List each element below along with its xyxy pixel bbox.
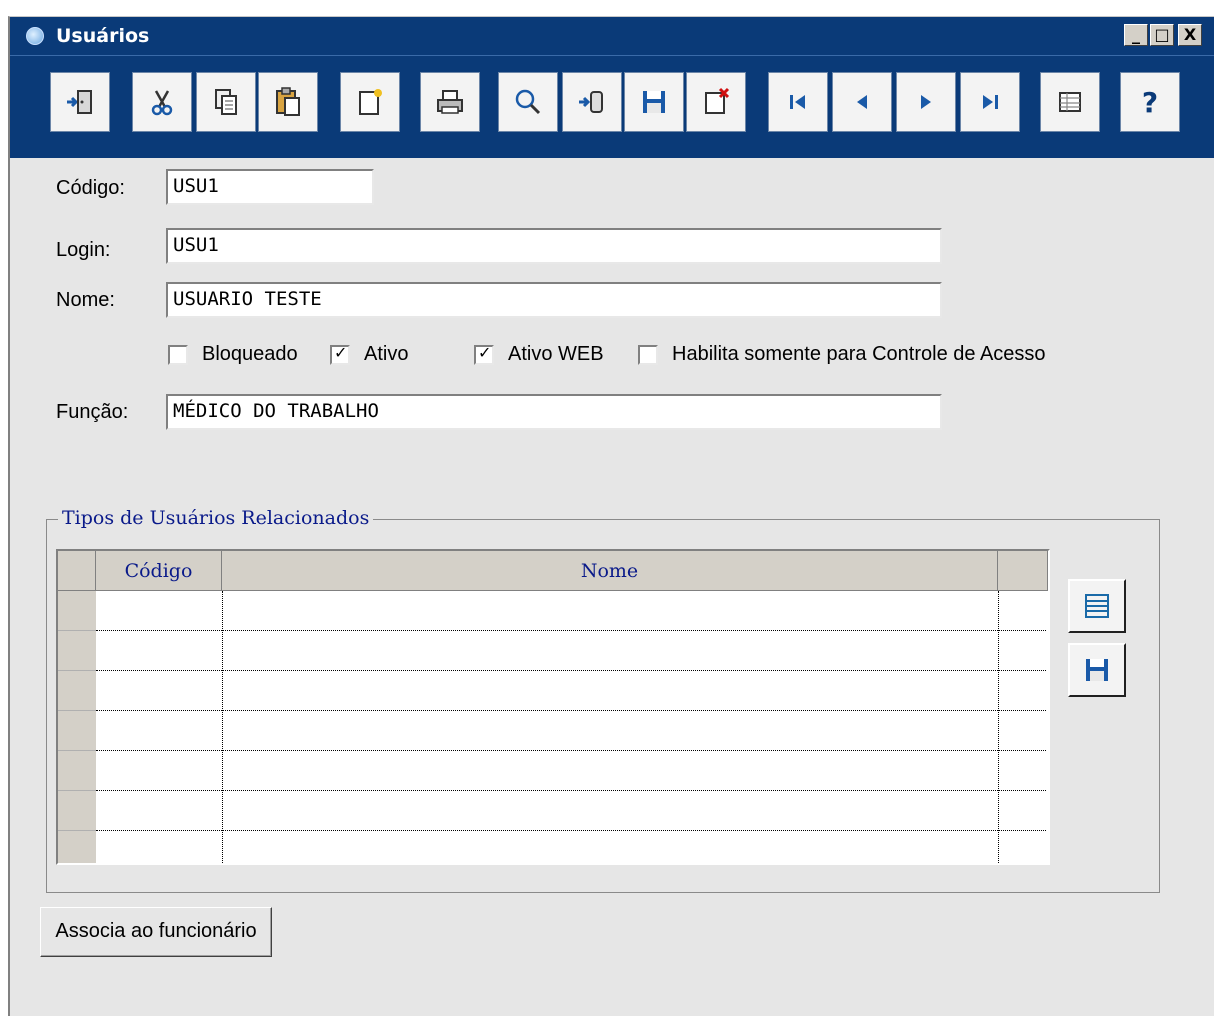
funcao-input[interactable]: MÉDICO DO TRABALHO xyxy=(166,394,942,430)
table-icon xyxy=(1059,92,1081,112)
delete-document-icon xyxy=(705,87,730,114)
close-button[interactable]: X xyxy=(1178,24,1202,46)
print-button[interactable] xyxy=(420,72,480,132)
bloqueado-label: Bloqueado xyxy=(202,343,298,365)
previous-icon xyxy=(857,95,867,109)
exit-door-icon xyxy=(67,90,92,114)
paste-button[interactable] xyxy=(258,72,318,132)
login-label: Login: xyxy=(56,239,111,261)
new-document-icon xyxy=(359,89,382,115)
row-indicator[interactable] xyxy=(58,711,96,751)
window-title: Usuários xyxy=(56,25,150,47)
codigo-input[interactable]: USU1 xyxy=(166,169,374,205)
usuarios-window: Usuários _ □ X ? Código: USU1 Login: USU… xyxy=(8,16,1214,1016)
nome-label: Nome: xyxy=(56,289,115,311)
row-indicator[interactable] xyxy=(58,631,96,671)
magnifier-icon xyxy=(515,89,541,115)
floppy-disk-icon xyxy=(643,91,665,113)
row-indicator[interactable] xyxy=(58,671,96,711)
controle-acesso-label: Habilita somente para Controle de Acesso xyxy=(672,343,1046,365)
ativo-checkbox[interactable]: ✓ xyxy=(330,343,350,365)
grid-header-codigo[interactable]: Código xyxy=(96,551,222,591)
import-icon xyxy=(579,91,603,113)
nome-input[interactable]: USUARIO TESTE xyxy=(166,282,942,318)
copy-button[interactable] xyxy=(196,72,256,132)
grid-row-divider xyxy=(96,630,1046,631)
checkmark-icon: ✓ xyxy=(478,343,492,362)
grid-col-divider xyxy=(998,591,999,863)
funcao-label: Função: xyxy=(56,401,129,423)
grid-view-button[interactable] xyxy=(1040,72,1100,132)
search-button[interactable] xyxy=(498,72,558,132)
cut-button[interactable] xyxy=(132,72,192,132)
row-indicator[interactable] xyxy=(58,591,96,631)
import-button[interactable] xyxy=(562,72,622,132)
associa-funcionario-button[interactable]: Associa ao funcionário xyxy=(40,907,272,957)
paste-icon xyxy=(276,87,300,116)
grid-header-blank xyxy=(998,551,1048,591)
first-icon xyxy=(790,95,805,109)
scissors-icon xyxy=(151,90,173,116)
exit-button[interactable] xyxy=(50,72,110,132)
copy-icon xyxy=(215,89,237,115)
last-record-button[interactable] xyxy=(960,72,1020,132)
title-bar[interactable]: Usuários _ □ X xyxy=(10,17,1214,55)
ativo-label: Ativo xyxy=(364,343,409,365)
checkmark-icon: ✓ xyxy=(334,343,348,362)
minimize-button[interactable]: _ xyxy=(1124,24,1148,46)
row-indicator[interactable] xyxy=(58,791,96,831)
related-types-grid[interactable]: Código Nome xyxy=(56,549,1050,865)
row-indicator[interactable] xyxy=(58,751,96,791)
delete-button[interactable] xyxy=(686,72,746,132)
list-icon xyxy=(1085,594,1109,618)
grid-row-divider xyxy=(96,710,1046,711)
bloqueado-checkbox[interactable] xyxy=(168,345,188,365)
save-button[interactable] xyxy=(624,72,684,132)
controle-acesso-checkbox[interactable] xyxy=(638,345,658,365)
list-button[interactable] xyxy=(1068,579,1126,633)
grid-row-divider xyxy=(96,790,1046,791)
login-input[interactable]: USU1 xyxy=(166,228,942,264)
grid-row-divider xyxy=(96,670,1046,671)
help-icon: ? xyxy=(1141,85,1159,119)
next-icon xyxy=(921,95,931,109)
ativo-web-checkbox[interactable]: ✓ xyxy=(474,343,494,365)
maximize-button[interactable]: □ xyxy=(1150,24,1174,46)
printer-icon xyxy=(437,90,463,114)
floppy-disk-icon xyxy=(1086,659,1108,681)
grid-header-nome[interactable]: Nome xyxy=(222,551,998,591)
grid-row-divider xyxy=(96,750,1046,751)
grid-corner-header xyxy=(58,551,96,591)
new-record-button[interactable] xyxy=(340,72,400,132)
app-icon xyxy=(26,27,44,45)
help-button[interactable]: ? xyxy=(1120,72,1180,132)
ativo-web-label: Ativo WEB xyxy=(508,343,604,365)
last-icon xyxy=(983,95,998,109)
related-types-title: Tipos de Usuários Relacionados xyxy=(58,507,374,529)
first-record-button[interactable] xyxy=(768,72,828,132)
grid-col-divider xyxy=(222,591,223,863)
save-grid-button[interactable] xyxy=(1068,643,1126,697)
next-record-button[interactable] xyxy=(896,72,956,132)
toolbar: ? xyxy=(10,55,1214,158)
row-indicator[interactable] xyxy=(58,831,96,863)
previous-record-button[interactable] xyxy=(832,72,892,132)
grid-row-divider xyxy=(96,830,1046,831)
codigo-label: Código: xyxy=(56,177,125,199)
